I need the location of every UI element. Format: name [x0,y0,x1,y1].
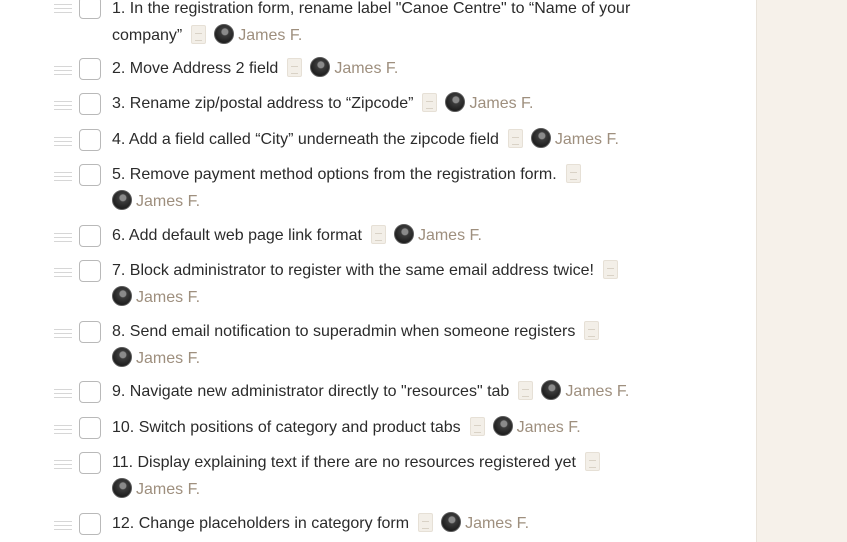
avatar [445,92,466,112]
todo-title[interactable]: 6. Add default web page link format [112,227,362,244]
assignee-name: James F. [238,26,303,44]
todo-content: 6. Add default web page link format James… [112,223,672,250]
drag-handle-icon[interactable] [54,521,72,530]
todo-checkbox[interactable] [79,513,101,535]
notes-icon[interactable] [422,93,438,112]
todo-checkbox[interactable] [79,452,101,474]
todo-title[interactable]: 1. In the registration form, rename labe… [112,0,630,44]
drag-handle-icon[interactable] [54,389,72,398]
avatar [492,416,513,436]
todo-title[interactable]: 9. Navigate new administrator directly t… [112,383,509,400]
avatar [310,57,331,77]
todo-checkbox[interactable] [79,58,101,80]
todo-content: 7. Block administrator to register with … [112,258,672,311]
todo-checkbox[interactable] [79,225,101,247]
todo-content: 3. Rename zip/postal address to “Zipcode… [112,91,672,118]
todo-content: 1. In the registration form, rename labe… [112,0,672,49]
todo-checkbox[interactable] [79,321,101,343]
drag-handle-icon[interactable] [54,172,72,181]
assignee[interactable]: James F. [393,223,482,250]
todo-checkbox[interactable] [79,260,101,282]
assignee[interactable]: James F. [492,415,581,442]
todo-content: 5. Remove payment method options from th… [112,162,672,215]
notes-icon[interactable] [191,24,207,44]
avatar [112,189,132,210]
assignee-name: James F. [417,227,482,244]
todo-checkbox[interactable] [79,164,101,186]
drag-handle-icon[interactable] [54,268,72,277]
assignee[interactable]: James F. [541,379,629,406]
avatar [441,512,462,532]
avatar [393,224,414,244]
todo-title[interactable]: 4. Add a field called “City” underneath … [112,131,499,148]
todo-checkbox[interactable] [79,93,101,115]
side-panel [756,0,847,542]
assignee-name: James F. [465,515,530,532]
drag-handle-icon[interactable] [54,137,72,146]
todo-checkbox[interactable] [79,129,101,151]
assignee-name: James F. [136,480,201,498]
drag-handle-icon[interactable] [54,101,72,110]
assignee-name: James F. [469,95,534,112]
notes-icon[interactable] [584,321,600,340]
notes-icon[interactable] [418,513,434,532]
avatar [112,285,132,306]
assignee[interactable]: James F. [530,127,619,154]
todo-title[interactable]: 11. Display explaining text if there are… [112,454,576,471]
todo-title[interactable]: 5. Remove payment method options from th… [112,166,557,183]
assignee-name: James F. [334,60,399,77]
assignee[interactable]: James F. [112,189,200,216]
todo-content: 4. Add a field called “City” underneath … [112,127,672,154]
assignee[interactable]: James F. [214,23,302,50]
drag-handle-icon[interactable] [54,4,72,13]
notes-icon[interactable] [602,260,618,279]
assignee[interactable]: James F. [112,285,200,312]
notes-icon[interactable] [518,381,534,400]
drag-handle-icon[interactable] [54,329,72,338]
notes-icon[interactable] [287,58,303,77]
todo-checkbox[interactable] [79,381,101,403]
notes-icon[interactable] [469,417,485,436]
assignee[interactable]: James F. [445,91,534,118]
assignee[interactable]: James F. [112,477,200,504]
todo-title[interactable]: 3. Rename zip/postal address to “Zipcode… [112,95,413,112]
todo-title[interactable]: 2. Move Address 2 field [112,60,278,77]
assignee[interactable]: James F. [310,56,398,83]
todo-content: 11. Display explaining text if there are… [112,450,672,503]
assignee-name: James F. [136,192,201,210]
notes-icon[interactable] [507,129,523,148]
assignee-name: James F. [136,288,201,306]
assignee-name: James F. [516,419,581,436]
drag-handle-icon[interactable] [54,460,72,469]
todo-title[interactable]: 12. Change placeholders in category form [112,515,409,532]
avatar [214,23,235,44]
notes-icon[interactable] [565,164,581,183]
assignee[interactable]: James F. [112,346,200,373]
todo-title[interactable]: 7. Block administrator to register with … [112,262,594,279]
drag-handle-icon[interactable] [54,425,72,434]
assignee-name: James F. [136,349,201,367]
assignee-name: James F. [554,131,619,148]
assignee[interactable]: James F. [441,511,529,538]
todo-content: 8. Send email notification to superadmin… [112,319,672,372]
notes-icon[interactable] [584,452,600,471]
avatar [530,128,551,148]
drag-handle-icon[interactable] [54,66,72,75]
todo-checkbox[interactable] [79,0,101,19]
avatar [112,477,132,498]
todo-content: 12. Change placeholders in category form… [112,511,672,538]
todo-content: 9. Navigate new administrator directly t… [112,379,672,406]
todo-title[interactable]: 10. Switch positions of category and pro… [112,419,461,436]
avatar [112,346,132,367]
todo-content: 2. Move Address 2 field James F. [112,56,672,83]
todo-title[interactable]: 8. Send email notification to superadmin… [112,323,575,340]
todo-checkbox[interactable] [79,417,101,439]
drag-handle-icon[interactable] [54,233,72,242]
notes-icon[interactable] [370,225,386,244]
assignee-name: James F. [565,383,630,400]
todo-content: 10. Switch positions of category and pro… [112,415,672,442]
avatar [541,380,562,400]
